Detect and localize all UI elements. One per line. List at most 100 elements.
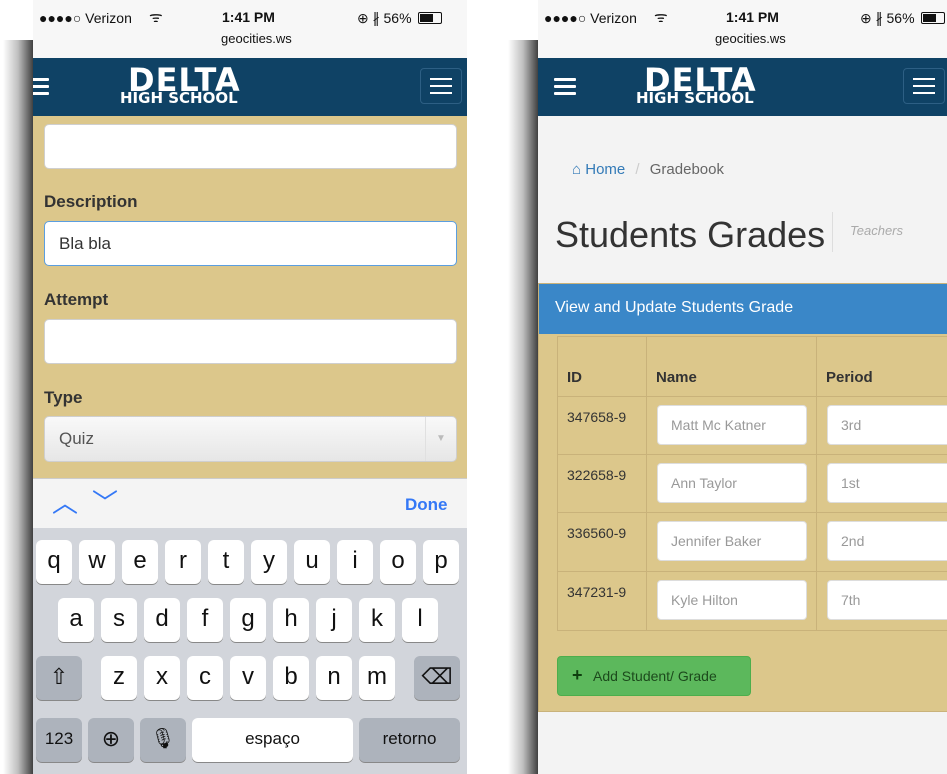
status-bar: ●●●●○ Verizon ᯤ 1:41 PM geocities.ws ⊕ ∦… <box>538 0 947 58</box>
site-logo[interactable]: DELTA HIGH SCHOOL <box>636 64 757 106</box>
navbar-toggle-button[interactable] <box>903 68 945 104</box>
menu-icon[interactable] <box>554 78 576 96</box>
table-row-id: 322658-9 <box>567 467 627 483</box>
key-z[interactable]: z <box>101 656 137 700</box>
table-col-divider-2 <box>816 336 817 630</box>
student-name-input[interactable]: Matt Mc Katner <box>657 405 807 445</box>
key-y[interactable]: y <box>251 540 287 584</box>
key-m[interactable]: m <box>359 656 395 700</box>
student-name-input[interactable]: Kyle Hilton <box>657 580 807 620</box>
battery-percent: 56% <box>383 10 412 26</box>
key-u[interactable]: u <box>294 540 330 584</box>
page-subtitle: Teachers <box>850 223 903 238</box>
breadcrumb: ⌂ Home / Gradebook <box>572 161 724 178</box>
previous-field-icon[interactable]: ︿ <box>52 490 78 516</box>
breadcrumb-home-link[interactable]: Home <box>585 161 625 178</box>
key-p[interactable]: p <box>423 540 459 584</box>
clock: 1:41 PM <box>726 9 779 25</box>
next-field-icon[interactable]: ﹀ <box>92 490 118 516</box>
key-g[interactable]: g <box>230 598 266 642</box>
key-a[interactable]: a <box>58 598 94 642</box>
key-k[interactable]: k <box>359 598 395 642</box>
form-area: Description Bla bla Attempt Type Quiz ▼ <box>33 116 467 478</box>
home-icon[interactable]: ⌂ <box>572 161 581 178</box>
done-button[interactable]: Done <box>405 495 448 515</box>
key-s[interactable]: s <box>101 598 137 642</box>
table-row-id: 347231-9 <box>567 584 627 600</box>
key-l[interactable]: l <box>402 598 438 642</box>
url-label: geocities.ws <box>221 31 292 46</box>
key-x[interactable]: x <box>144 656 180 700</box>
bluetooth-icon: ∦ <box>875 10 883 26</box>
key-w[interactable]: w <box>79 540 115 584</box>
key-h[interactable]: h <box>273 598 309 642</box>
key-f[interactable]: f <box>187 598 223 642</box>
space-key[interactable]: espaço <box>192 718 353 762</box>
return-key[interactable]: retorno <box>359 718 460 762</box>
period-input[interactable]: 1st <box>827 463 947 503</box>
table-row-id: 336560-9 <box>567 525 627 541</box>
key-v[interactable]: v <box>230 656 266 700</box>
site-navbar: DELTA HIGH SCHOOL <box>538 58 947 116</box>
student-name-input[interactable]: Jennifer Baker <box>657 521 807 561</box>
key-i[interactable]: i <box>337 540 373 584</box>
student-name-input[interactable]: Ann Taylor <box>657 463 807 503</box>
menu-icon[interactable] <box>33 78 49 96</box>
globe-key-icon[interactable]: ⊕ <box>88 718 134 762</box>
type-label: Type <box>44 388 83 407</box>
key-q[interactable]: q <box>36 540 72 584</box>
column-header-id: ID <box>567 369 582 386</box>
table-row-divider <box>557 454 947 455</box>
type-select[interactable]: Quiz ▼ <box>44 416 457 462</box>
status-right: ⊕ ∦ 56% <box>860 10 946 27</box>
table-col-divider-1 <box>646 336 647 630</box>
key-j[interactable]: j <box>316 598 352 642</box>
navbar-toggle-button[interactable] <box>420 68 462 104</box>
attempt-field[interactable] <box>44 319 457 364</box>
shift-key-icon[interactable]: ⇧ <box>36 656 82 700</box>
key-n[interactable]: n <box>316 656 352 700</box>
column-header-period: Period <box>826 369 873 386</box>
table-row-divider <box>557 571 947 572</box>
previous-field[interactable] <box>44 124 457 169</box>
site-logo[interactable]: DELTA HIGH SCHOOL <box>120 64 241 107</box>
key-r[interactable]: r <box>165 540 201 584</box>
title-divider <box>832 212 833 252</box>
phone-form-screen: ●●●●○ Verizon ᯤ 1:41 PM geocities.ws ⊕ ∦… <box>33 0 467 774</box>
wifi-icon: ᯤ <box>149 9 163 26</box>
logo-sub-text: HIGH SCHOOL <box>120 89 238 107</box>
site-navbar: DELTA HIGH SCHOOL <box>33 58 467 116</box>
key-t[interactable]: t <box>208 540 244 584</box>
period-input[interactable]: 2nd <box>827 521 947 561</box>
carrier-label: ●●●●○ Verizon <box>544 10 637 26</box>
description-value: Bla bla <box>59 234 111 253</box>
period-input[interactable]: 7th <box>827 580 947 620</box>
battery-icon <box>418 12 443 24</box>
key-b[interactable]: b <box>273 656 309 700</box>
location-icon: ⊕ <box>860 10 872 26</box>
breadcrumb-current: Gradebook <box>649 161 724 178</box>
key-e[interactable]: e <box>122 540 158 584</box>
period-input[interactable]: 3rd <box>827 405 947 445</box>
table-border-bottom <box>557 630 947 631</box>
microphone-key-icon[interactable]: 🎙 <box>140 718 186 762</box>
table-row-divider <box>557 512 947 513</box>
chevron-down-icon: ▼ <box>425 417 456 461</box>
numbers-key[interactable]: 123 <box>36 718 82 762</box>
key-c[interactable]: c <box>187 656 223 700</box>
backspace-key-icon[interactable]: ⌫ <box>414 656 460 700</box>
panel-heading-text: View and Update Students Grade <box>555 299 794 316</box>
description-label: Description <box>44 192 138 211</box>
table-border-top <box>557 336 947 337</box>
add-student-grade-button[interactable]: + Add Student/ Grade <box>557 656 751 696</box>
key-d[interactable]: d <box>144 598 180 642</box>
key-o[interactable]: o <box>380 540 416 584</box>
description-field[interactable]: Bla bla <box>44 221 457 266</box>
bluetooth-icon: ∦ <box>372 10 380 26</box>
battery-icon <box>921 12 946 24</box>
phone-gradebook-screen: ●●●●○ Verizon ᯤ 1:41 PM geocities.ws ⊕ ∦… <box>538 0 947 774</box>
page-title: Students Grades <box>555 214 826 255</box>
plus-icon: + <box>572 665 583 685</box>
status-bar: ●●●●○ Verizon ᯤ 1:41 PM geocities.ws ⊕ ∦… <box>33 0 467 58</box>
right-phone-shadow <box>508 40 538 774</box>
